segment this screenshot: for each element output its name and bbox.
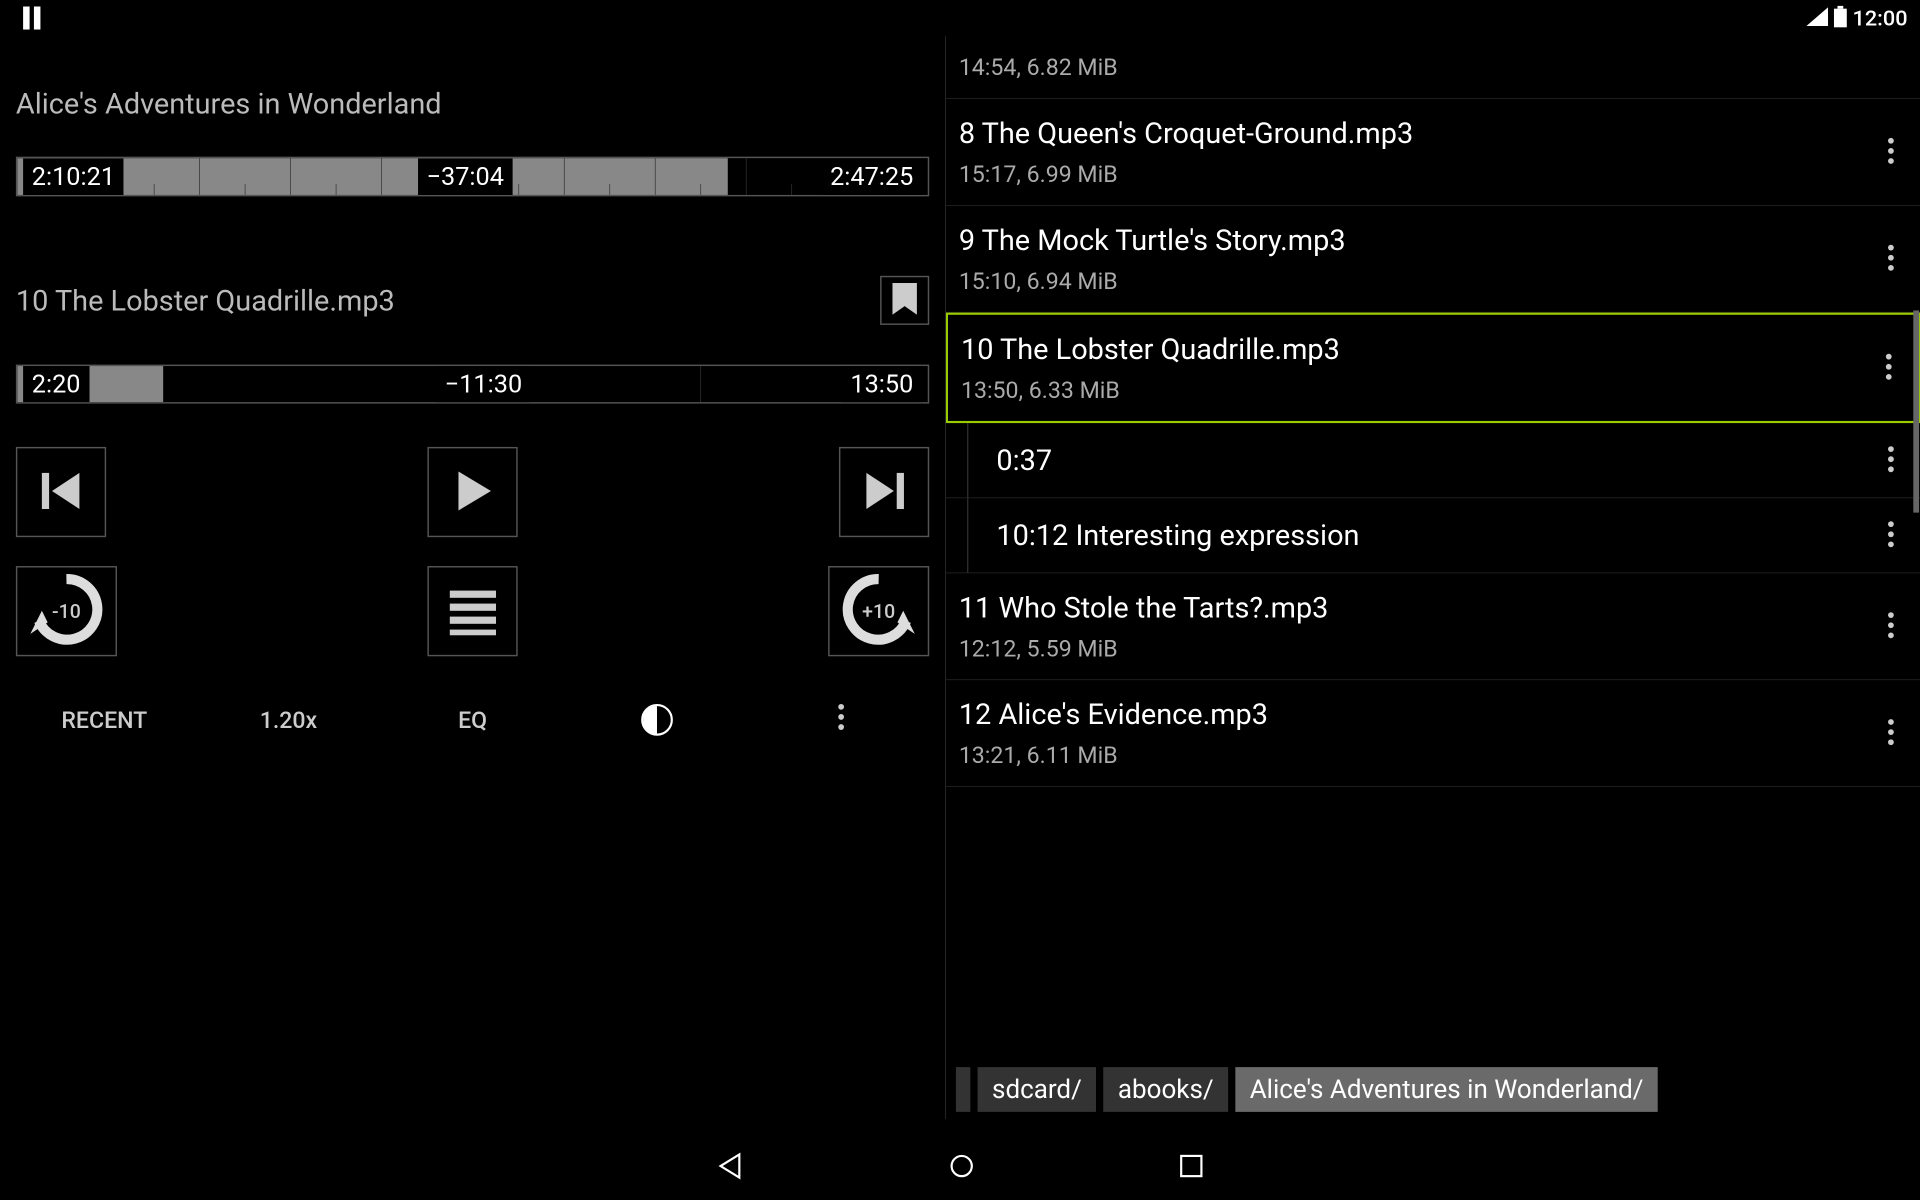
list-item-title: 9 The Mock Turtle's Story.mp3	[959, 223, 1874, 257]
track-list-panel: 14:54, 6.82 MiB 8 The Queen's Croquet-Gro…	[946, 36, 1920, 1119]
track-remaining: −11:30	[436, 366, 531, 403]
speed-button[interactable]: 1.20x	[200, 706, 377, 733]
scrollbar[interactable]	[1913, 310, 1919, 512]
breadcrumb: sdcard/abooks/Alice's Adventures in Wond…	[946, 1060, 1920, 1119]
book-remaining: −37:04	[418, 158, 513, 195]
track-list[interactable]: 14:54, 6.82 MiB 8 The Queen's Croquet-Gro…	[946, 36, 1920, 1060]
player-panel: Alice's Adventures in Wonderland 2:10:21…	[0, 36, 946, 1119]
signal-icon	[1806, 7, 1828, 29]
item-more-button[interactable]	[1874, 137, 1907, 167]
list-item-title: 8 The Queen's Croquet-Ground.mp3	[959, 116, 1874, 150]
list-item-sub: 13:50, 6.33 MiB	[961, 376, 1872, 403]
item-more-button[interactable]	[1874, 611, 1907, 641]
list-item[interactable]: 12 Alice's Evidence.mp3 13:21, 6.11 MiB	[946, 680, 1920, 787]
rewind-label: -10	[52, 600, 81, 623]
status-bar: 12:00	[0, 0, 1920, 36]
list-item-title: 10 The Lobster Quadrille.mp3	[961, 332, 1872, 366]
item-more-button[interactable]	[1874, 244, 1907, 274]
nav-bar	[0, 1135, 1920, 1200]
more-vert-icon	[1887, 137, 1894, 167]
list-item[interactable]: 14:54, 6.82 MiB	[946, 36, 1920, 99]
home-icon[interactable]	[947, 1152, 976, 1184]
skip-previous-icon	[36, 465, 87, 518]
battery-icon	[1834, 6, 1847, 31]
list-item-title: 12 Alice's Evidence.mp3	[959, 697, 1874, 731]
book-total: 2:47:25	[821, 158, 922, 195]
breadcrumb-root[interactable]	[956, 1067, 970, 1112]
bookmark-text: 0:37	[996, 443, 1874, 477]
pause-icon	[22, 6, 42, 29]
book-title: Alice's Adventures in Wonderland	[16, 87, 929, 121]
recent-button[interactable]: RECENT	[16, 706, 193, 733]
rewind-button[interactable]: -10	[16, 566, 117, 656]
item-more-button[interactable]	[1874, 718, 1907, 748]
play-icon	[447, 465, 498, 518]
list-item[interactable]: 10 The Lobster Quadrille.mp3 13:50, 6.33 …	[946, 313, 1920, 423]
more-button[interactable]	[752, 703, 929, 736]
bookmark-item[interactable]: 0:37	[946, 423, 1920, 498]
more-vert-icon	[1885, 353, 1892, 383]
list-item[interactable]: 8 The Queen's Croquet-Ground.mp3 15:17, 6…	[946, 99, 1920, 206]
more-vert-icon	[1887, 244, 1894, 274]
back-icon[interactable]	[716, 1152, 745, 1184]
skip-next-icon	[859, 465, 910, 518]
bookmark-icon	[892, 283, 917, 318]
more-vert-icon	[1887, 445, 1894, 475]
list-item-sub: 15:10, 6.94 MiB	[959, 267, 1874, 294]
list-item-title: 11 Who Stole the Tarts?.mp3	[959, 591, 1874, 625]
prev-button[interactable]	[16, 447, 106, 537]
forward-label: +10	[862, 600, 895, 623]
list-icon	[444, 584, 502, 637]
item-more-button[interactable]	[1874, 445, 1907, 475]
track-progress-bar[interactable]: 2:20 −11:30 13:50	[16, 365, 929, 404]
book-progress-fill	[17, 158, 727, 195]
book-elapsed: 2:10:21	[23, 158, 124, 195]
more-vert-icon	[1887, 718, 1894, 748]
breadcrumb-item[interactable]: sdcard/	[978, 1067, 1097, 1112]
item-more-button[interactable]	[1874, 520, 1907, 550]
book-progress-bar[interactable]: 2:10:21 −37:04 2:47:25	[16, 157, 929, 197]
bookmark-item[interactable]: 10:12 Interesting expression	[946, 498, 1920, 573]
next-button[interactable]	[839, 447, 929, 537]
list-item[interactable]: 11 Who Stole the Tarts?.mp3 12:12, 5.59 M…	[946, 573, 1920, 680]
recent-apps-icon[interactable]	[1178, 1153, 1204, 1182]
current-track-name: 10 The Lobster Quadrille.mp3	[16, 283, 395, 317]
list-item-sub: 15:17, 6.99 MiB	[959, 160, 1874, 187]
list-item-sub: 14:54, 6.82 MiB	[959, 53, 1908, 80]
more-vert-icon	[1887, 520, 1894, 550]
list-item-sub: 13:21, 6.11 MiB	[959, 741, 1874, 768]
bookmark-text: 10:12 Interesting expression	[996, 518, 1874, 552]
item-more-button[interactable]	[1872, 353, 1905, 383]
list-item-sub: 12:12, 5.59 MiB	[959, 635, 1874, 662]
list-item[interactable]: 9 The Mock Turtle's Story.mp3 15:10, 6.94…	[946, 206, 1920, 313]
contrast-icon	[568, 704, 745, 736]
breadcrumb-item[interactable]: abooks/	[1103, 1067, 1228, 1112]
eq-button[interactable]: EQ	[384, 706, 561, 733]
contrast-button[interactable]	[568, 704, 745, 736]
list-button[interactable]	[427, 566, 517, 656]
more-vert-icon	[1887, 611, 1894, 641]
bookmark-button[interactable]	[880, 276, 929, 325]
more-vert-icon	[837, 709, 844, 736]
track-elapsed: 2:20	[23, 366, 89, 403]
status-time: 12:00	[1853, 5, 1908, 30]
track-total: 13:50	[842, 366, 922, 403]
play-button[interactable]	[427, 447, 517, 537]
forward-button[interactable]: +10	[828, 566, 929, 656]
breadcrumb-item[interactable]: Alice's Adventures in Wonderland/	[1235, 1067, 1658, 1112]
